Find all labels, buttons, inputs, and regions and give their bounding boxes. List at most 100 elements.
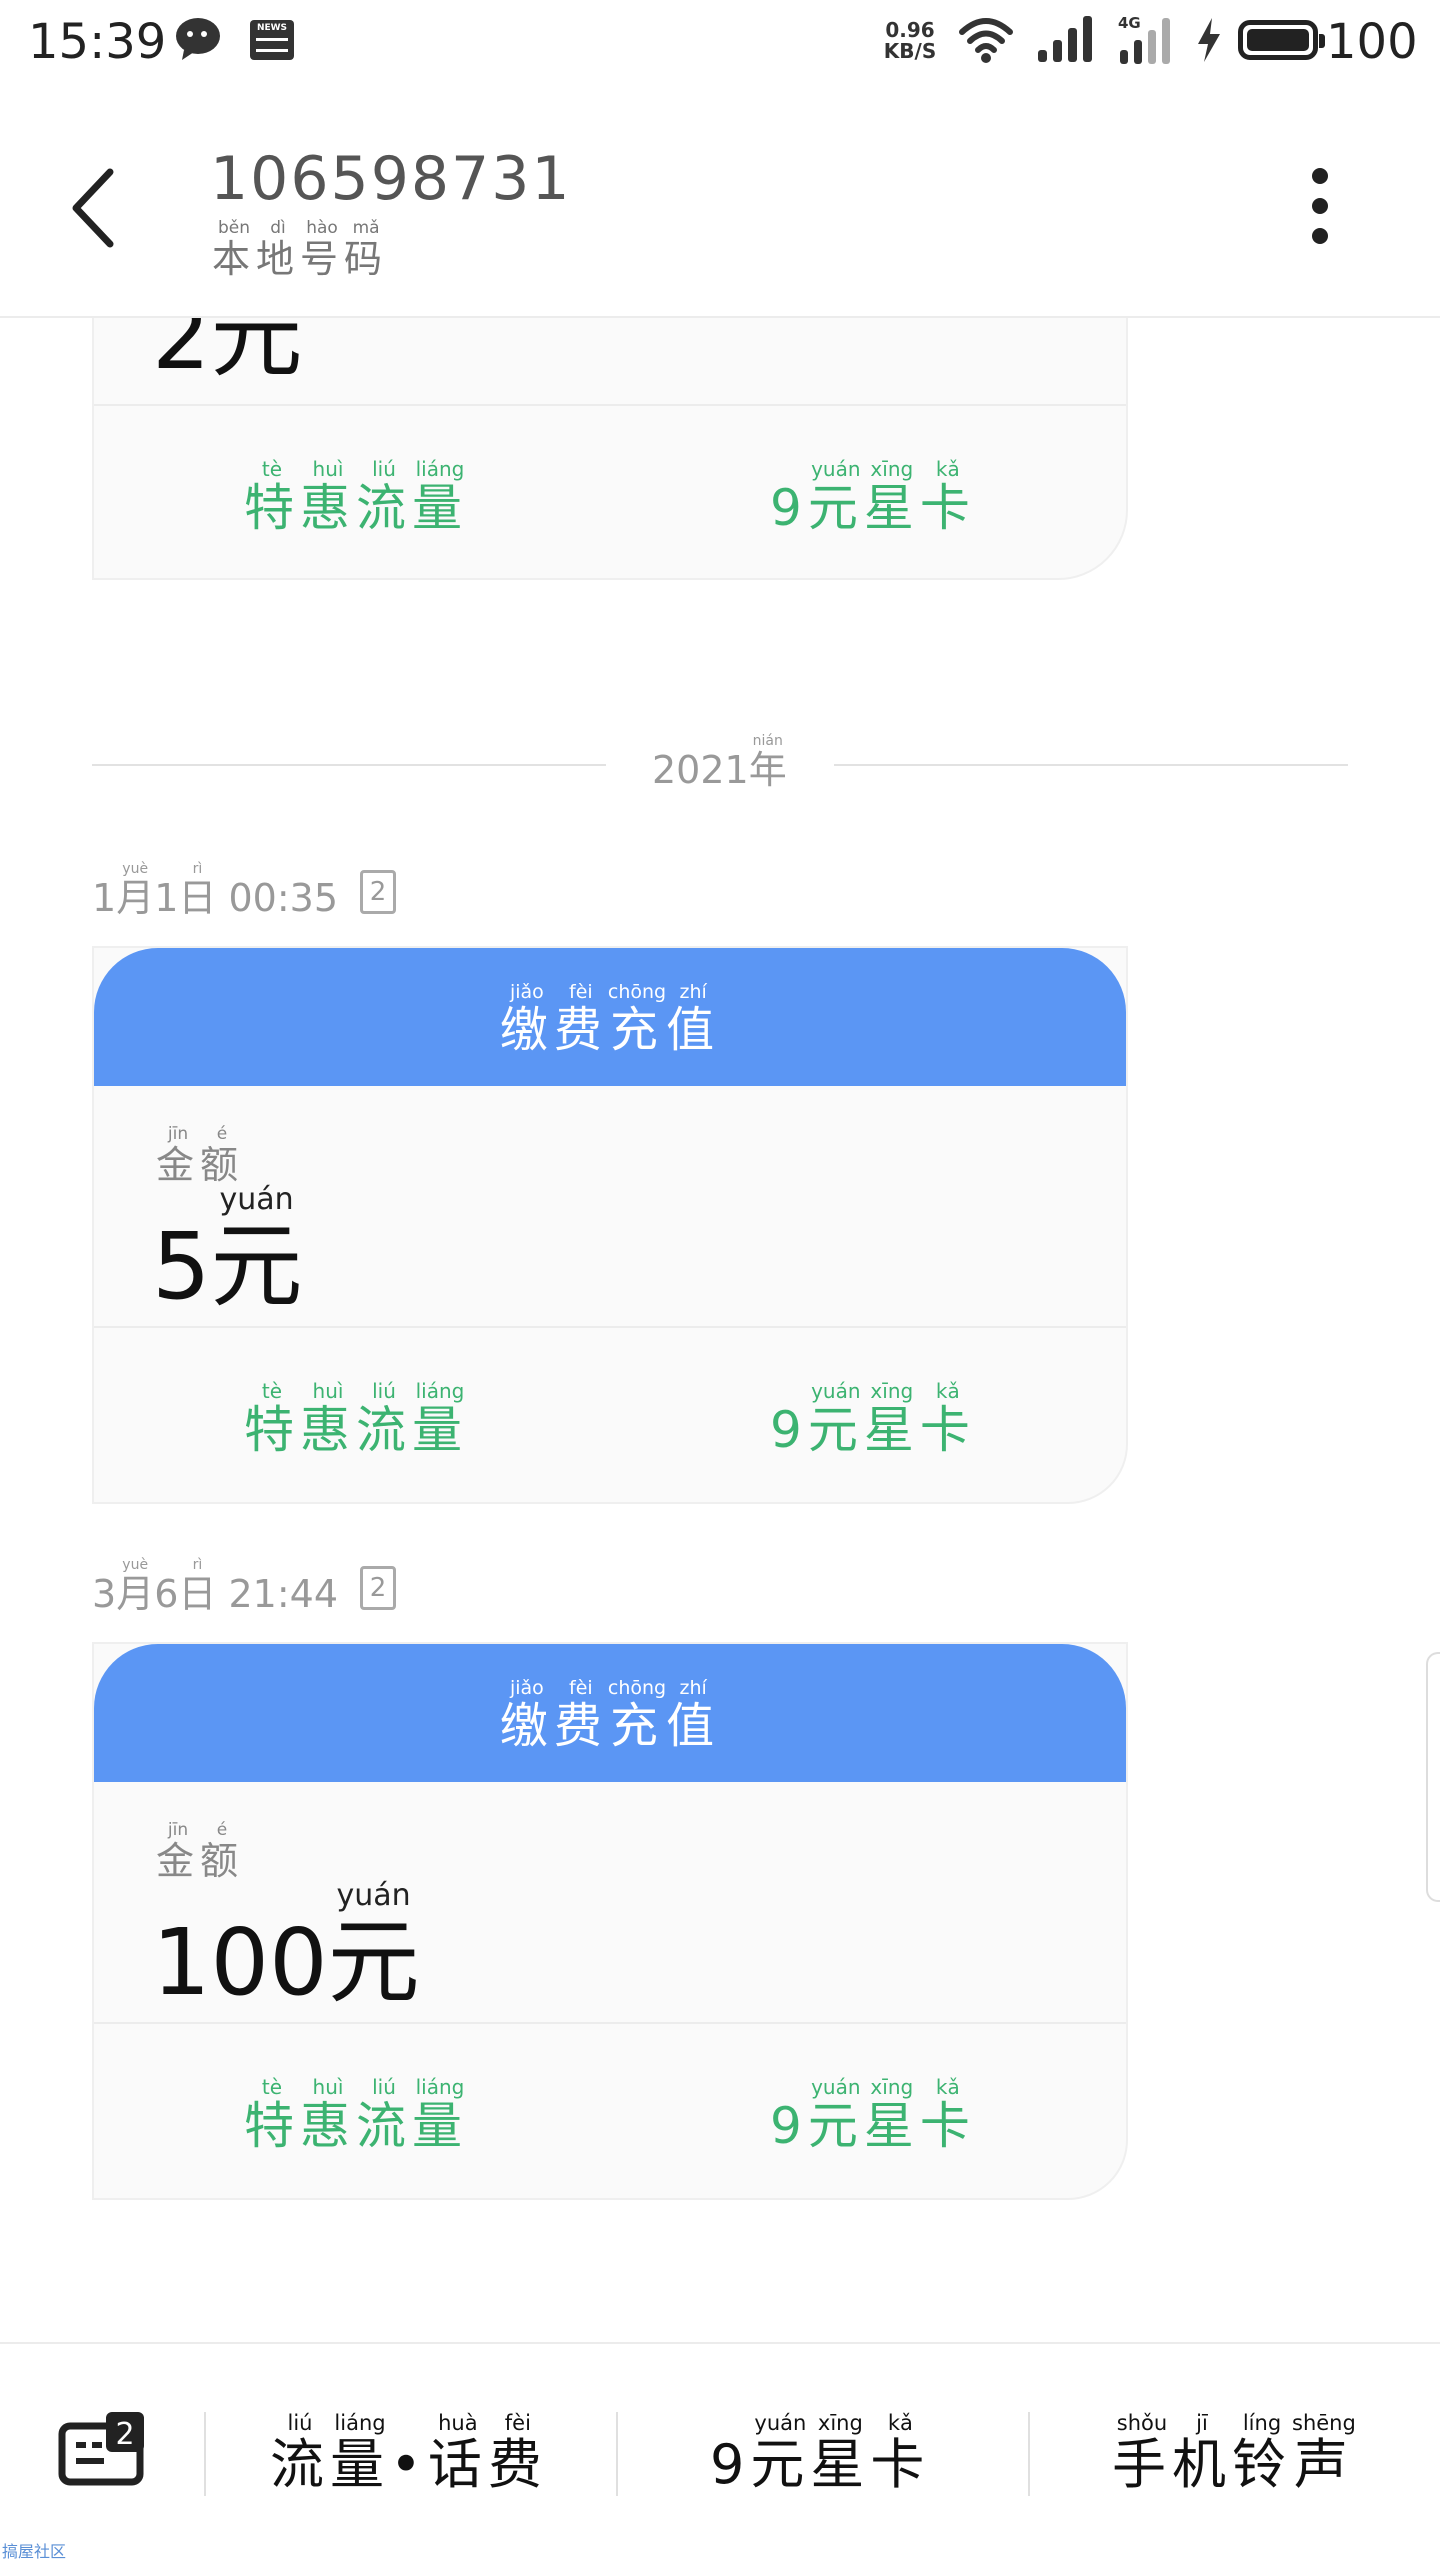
sim-badge: 2 xyxy=(360,870,396,914)
ruby-char: 充chōng xyxy=(607,980,667,1058)
ruby-char: 元yuán xyxy=(807,457,864,537)
special-data-link[interactable]: 特tè惠huì流liú量liáng xyxy=(244,1379,468,1462)
ruby-char: 充chōng xyxy=(607,1676,667,1754)
menu-ringtone[interactable]: 手shǒu机jī铃líng声shēng xyxy=(1112,2411,1356,2499)
star-card-link[interactable]: 9元yuán星xīng卡kǎ xyxy=(770,457,976,540)
ruby-char: 缴jiǎo xyxy=(499,980,554,1058)
ruby-char: 特tè xyxy=(244,1379,300,1459)
ruby-char: 元yuán xyxy=(807,1379,864,1459)
amount-block: 金jīn额é 100元yuán xyxy=(94,1782,1126,2024)
amount-value: 5元yuán xyxy=(152,1182,303,1320)
message-card[interactable]: 缴jiǎo 费fèi 充chōng 值zhí 金jīn额é 100元yuán 特tè惠… xyxy=(92,1642,1128,2200)
star-card-link[interactable]: 9元yuán星xīng卡kǎ xyxy=(770,2075,976,2158)
ruby-char: 卡kǎ xyxy=(870,2411,931,2496)
message-card[interactable]: 缴jiǎo 费fèi 充chōng 值zhí 金jīn额é 5元yuán 特tè惠hu… xyxy=(92,946,1128,1504)
ruby-char: 值zhí xyxy=(666,1676,721,1754)
ruby-char: 本běn xyxy=(212,218,257,281)
text-segment: 9 xyxy=(710,2433,751,2496)
ruby-char: 金jīn xyxy=(156,1124,201,1187)
wifi-icon xyxy=(959,18,1013,63)
battery-level: 100 xyxy=(1326,14,1418,70)
wechat-icon xyxy=(176,18,220,60)
special-data-link[interactable]: 特tè惠huì流liú量liáng xyxy=(244,2075,468,2158)
news-icon-label: NEWS xyxy=(256,23,288,33)
contact-number: 106598731 xyxy=(210,144,572,214)
ruby-char: 日rì xyxy=(178,1557,217,1616)
text-segment: 1 xyxy=(154,876,179,920)
net-speed-value: 0.96 xyxy=(885,18,935,42)
ruby-char: 星xīng xyxy=(863,1379,920,1459)
amount-value: 100元yuán xyxy=(152,1878,420,2016)
news-icon: NEWS xyxy=(250,20,294,60)
year-divider: 2021年nián xyxy=(92,733,1348,800)
svg-text:4G: 4G xyxy=(1118,14,1141,32)
special-data-link[interactable]: 特tè惠huì流liú量liáng xyxy=(244,457,468,540)
net-speed-unit: KB/S xyxy=(883,39,937,63)
net-speed: 0.96 KB/S xyxy=(880,20,940,62)
ruby-char: 机jī xyxy=(1172,2411,1232,2496)
ruby-char: 号hào xyxy=(300,218,345,281)
ruby-char: 惠huì xyxy=(300,2075,356,2155)
ruby-char: 手shǒu xyxy=(1112,2411,1172,2496)
ruby-char: 流liú xyxy=(356,1379,412,1459)
ruby-char: 星xīng xyxy=(863,457,920,537)
ruby-char: 特tè xyxy=(244,457,300,537)
ruby-char: 量liáng xyxy=(412,457,468,537)
ruby-char: 额é xyxy=(200,1124,245,1187)
ruby-char: 特tè xyxy=(244,2075,300,2155)
status-bar: 15:39 NEWS 0.96 KB/S 4G 100 xyxy=(0,0,1440,88)
ruby-char: 量liáng xyxy=(412,2075,468,2155)
ruby-char: 金jīn xyxy=(156,1820,201,1883)
ruby-char: 量liáng xyxy=(330,2411,390,2496)
ruby-char: 卡kǎ xyxy=(919,1379,976,1459)
keyboard-toggle-icon[interactable]: 2 xyxy=(58,2412,148,2492)
charging-icon xyxy=(1198,18,1220,62)
card-title: 缴jiǎo 费fèi 充chōng 值zhí xyxy=(94,1644,1126,1782)
text-segment: • xyxy=(390,2433,428,2496)
ruby-char: 卡kǎ xyxy=(919,457,976,537)
battery-icon xyxy=(1238,20,1325,60)
star-card-number: 9 xyxy=(770,2097,808,2155)
ruby-char: 流liú xyxy=(270,2411,330,2496)
year-label: 2021年nián xyxy=(652,733,787,792)
signal-4g-icon: 4G xyxy=(1118,14,1170,64)
ruby-char: 月yuè xyxy=(116,1557,155,1616)
ruby-char: 日rì xyxy=(178,861,217,920)
conversation-header: 106598731 本běn地dì号hào码mǎ xyxy=(0,88,1440,318)
amount-block: 金jīn额é 5元yuán xyxy=(94,1086,1126,1328)
ruby-char: 费fèi xyxy=(487,2411,548,2496)
ruby-char: 费fèi xyxy=(553,1676,608,1754)
ruby-char: 惠huì xyxy=(300,1379,356,1459)
ruby-char: 星xīng xyxy=(863,2075,920,2155)
ruby-char: 话huà xyxy=(427,2411,488,2496)
ruby-char: 流liú xyxy=(356,457,412,537)
message-card-partial[interactable]: 2元 特tè惠huì流liú量liáng 9元yuán星xīng卡kǎ xyxy=(92,280,1128,580)
ruby-char: 惠huì xyxy=(300,457,356,537)
ruby-char: 卡kǎ xyxy=(919,2075,976,2155)
more-options-icon[interactable] xyxy=(1296,168,1344,258)
svg-text:2: 2 xyxy=(115,2417,134,2452)
text-segment: 6 xyxy=(154,1572,179,1616)
ruby-char: 声shēng xyxy=(1292,2411,1356,2496)
card-title: 缴jiǎo 费fèi 充chōng 值zhí xyxy=(94,948,1126,1086)
text-segment: 1 xyxy=(92,876,117,920)
star-card-number: 9 xyxy=(770,1401,808,1459)
ruby-char: 元yuán xyxy=(807,2075,864,2155)
star-card-number: 9 xyxy=(770,479,808,537)
ruby-char: 值zhí xyxy=(666,980,721,1058)
amount-label: 金jīn额é xyxy=(156,1820,244,1885)
ruby-char: 铃líng xyxy=(1232,2411,1292,2496)
amount-label: 金jīn额é xyxy=(156,1124,245,1189)
year-char: 年nián xyxy=(748,733,787,792)
sim-badge: 2 xyxy=(360,1566,396,1610)
card-actions: 特tè惠huì流liú量liáng 9元yuán星xīng卡kǎ xyxy=(94,404,1126,578)
menu-star-card[interactable]: 9元yuán星xīng卡kǎ xyxy=(710,2411,931,2499)
menu-data-and-fees[interactable]: 流liú量liáng•话huà费fèi xyxy=(270,2411,548,2499)
scroll-handle[interactable] xyxy=(1426,1652,1440,1902)
message-timestamp: 3月yuè6日rì 21:44 xyxy=(92,1557,339,1616)
card-actions: 特tè惠huì流liú量liáng 9元yuán星xīng卡kǎ xyxy=(94,2024,1126,2198)
contact-subtitle: 本běn地dì号hào码mǎ xyxy=(212,218,388,283)
star-card-link[interactable]: 9元yuán星xīng卡kǎ xyxy=(770,1379,976,1462)
back-button[interactable] xyxy=(60,158,130,258)
ruby-char: 流liú xyxy=(356,2075,412,2155)
